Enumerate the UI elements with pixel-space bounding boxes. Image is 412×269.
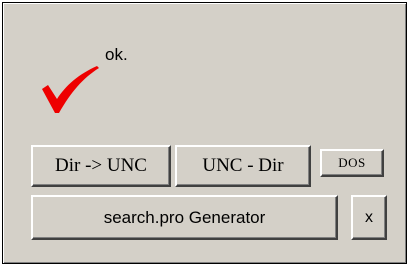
close-button[interactable]: x — [351, 195, 387, 240]
dialog-window: ok. Dir -> UNC UNC - Dir DOS search.pro … — [2, 2, 407, 264]
checkmark-icon — [42, 66, 99, 113]
dos-button[interactable]: DOS — [320, 149, 384, 177]
status-text: ok. — [105, 45, 128, 64]
dir-to-unc-button[interactable]: Dir -> UNC — [31, 145, 171, 187]
search-pro-generator-button[interactable]: search.pro Generator — [31, 195, 338, 240]
unc-to-dir-button[interactable]: UNC - Dir — [175, 145, 311, 187]
